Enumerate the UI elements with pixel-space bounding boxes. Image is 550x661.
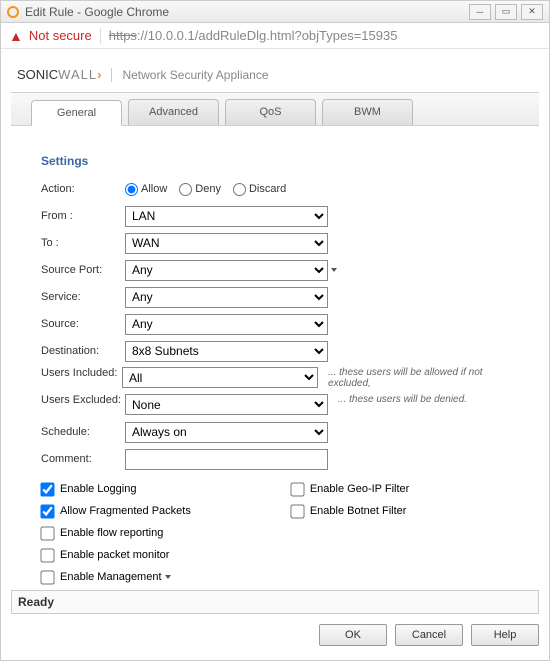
close-button[interactable]: ✕ (521, 4, 543, 20)
settings-heading: Settings (41, 154, 521, 168)
destination-select[interactable]: 8x8 Subnets (125, 341, 328, 362)
action-label: Action: (41, 183, 125, 195)
comment-input[interactable] (125, 449, 328, 470)
cancel-button[interactable]: Cancel (395, 624, 463, 646)
schedule-select[interactable]: Always on (125, 422, 328, 443)
check-flow-reporting[interactable]: Enable flow reporting (41, 522, 191, 544)
action-radio-deny[interactable]: Deny (179, 183, 221, 196)
from-select[interactable]: LAN (125, 206, 328, 227)
not-secure-label: Not secure (29, 28, 92, 43)
action-radio-group: Allow Deny Discard (125, 183, 286, 196)
status-bar: Ready (11, 590, 539, 614)
action-radio-discard[interactable]: Discard (233, 183, 286, 196)
help-button[interactable]: Help (471, 624, 539, 646)
comment-label: Comment: (41, 453, 125, 465)
window-title: Edit Rule - Google Chrome (25, 5, 169, 19)
source-label: Source: (41, 318, 125, 330)
brand-header: SONICWALL› Network Security Appliance (11, 63, 539, 92)
sonicwall-logo: SONICWALL› (17, 67, 101, 82)
restore-button[interactable]: ▭ (495, 4, 517, 20)
check-geo-ip[interactable]: Enable Geo-IP Filter (291, 478, 409, 500)
schedule-label: Schedule: (41, 426, 125, 438)
from-label: From : (41, 210, 125, 222)
service-select[interactable]: Any (125, 287, 328, 308)
caret-icon (331, 268, 337, 272)
service-label: Service: (41, 291, 125, 303)
tab-bwm[interactable]: BWM (322, 99, 413, 125)
minimize-button[interactable]: ─ (469, 4, 491, 20)
users-excluded-hint: ... these users will be denied. (338, 394, 467, 405)
url-bar: ▲ Not secure https://10.0.0.1/addRuleDlg… (1, 23, 549, 49)
users-included-hint: ... these users will be allowed if not e… (328, 367, 521, 389)
check-enable-logging[interactable]: Enable Logging (41, 478, 191, 500)
page-url: https://10.0.0.1/addRuleDlg.html?objType… (109, 28, 398, 43)
tab-qos[interactable]: QoS (225, 99, 316, 125)
users-included-label: Users Included: (41, 367, 122, 379)
ok-button[interactable]: OK (319, 624, 387, 646)
caret-icon (165, 575, 171, 579)
tab-bar: General Advanced QoS BWM (11, 92, 539, 126)
check-botnet[interactable]: Enable Botnet Filter (291, 500, 409, 522)
check-allow-fragmented[interactable]: Allow Fragmented Packets (41, 500, 191, 522)
check-packet-monitor[interactable]: Enable packet monitor (41, 544, 191, 566)
warning-icon: ▲ (9, 28, 23, 44)
users-excluded-label: Users Excluded: (41, 394, 125, 406)
source-select[interactable]: Any (125, 314, 328, 335)
to-select[interactable]: WAN (125, 233, 328, 254)
users-included-select[interactable]: All (122, 367, 318, 388)
source-port-label: Source Port: (41, 264, 125, 276)
brand-subtitle: Network Security Appliance (111, 68, 268, 82)
destination-label: Destination: (41, 345, 125, 357)
window-titlebar: Edit Rule - Google Chrome ─ ▭ ✕ (1, 1, 549, 23)
tab-advanced[interactable]: Advanced (128, 99, 219, 125)
app-icon (7, 6, 19, 18)
action-radio-allow[interactable]: Allow (125, 183, 167, 196)
to-label: To : (41, 237, 125, 249)
check-enable-management[interactable]: Enable Management (41, 566, 191, 588)
users-excluded-select[interactable]: None (125, 394, 328, 415)
source-port-select[interactable]: Any (125, 260, 328, 281)
tab-general[interactable]: General (31, 100, 122, 126)
